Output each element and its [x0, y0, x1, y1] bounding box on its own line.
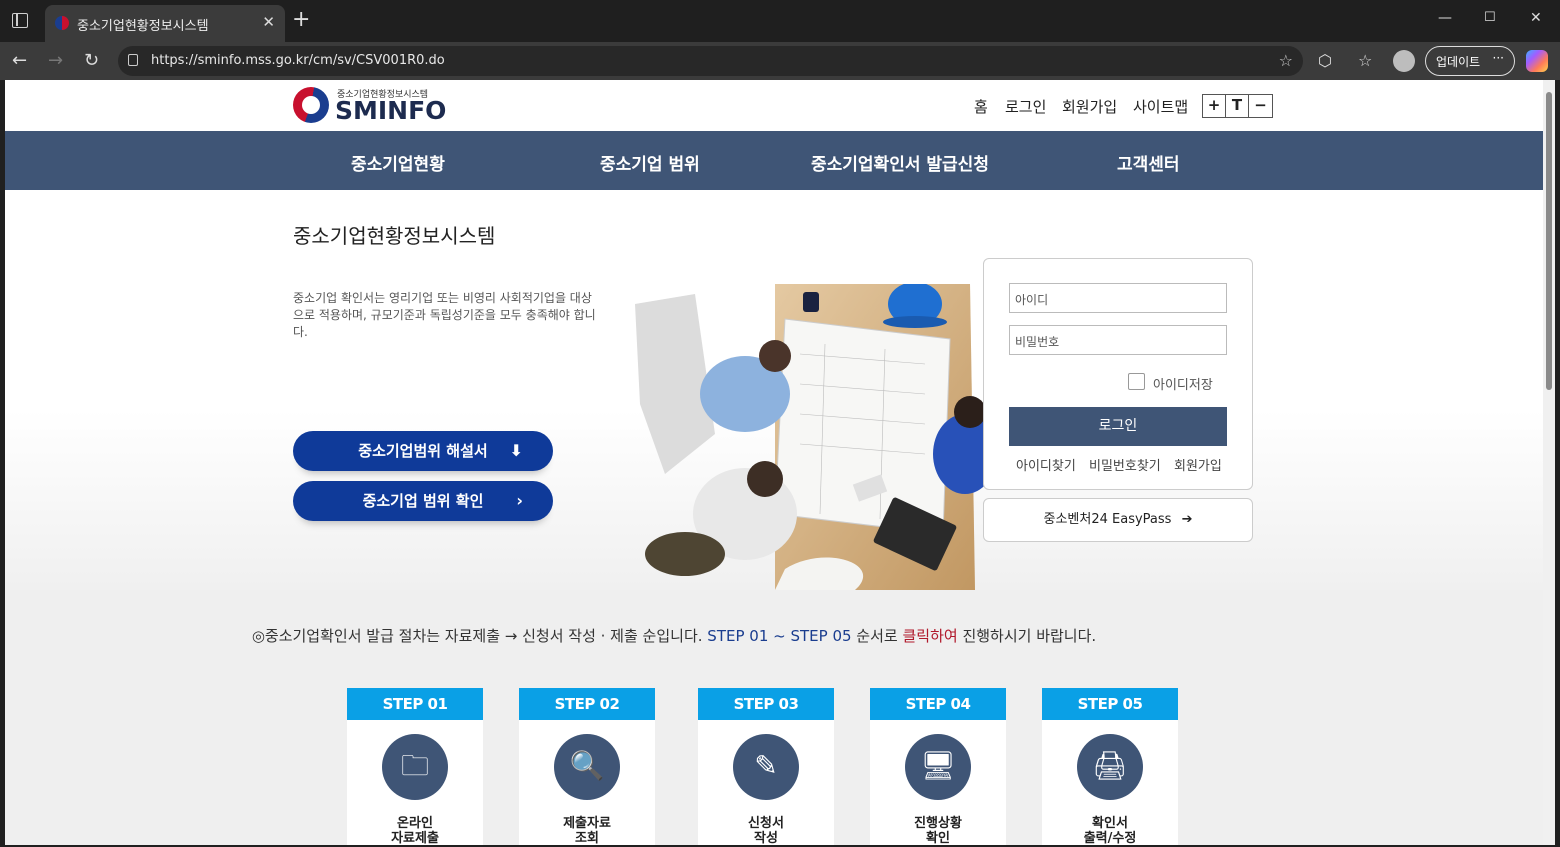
login-panel: 아이디 비밀번호 아이디저장 로그인 아이디찾기 비밀번호찾기 회원가입 — [983, 258, 1253, 490]
util-link-login[interactable]: 로그인 — [1005, 96, 1046, 117]
step-name: 제출자료 조회 — [563, 816, 611, 845]
minimize-icon[interactable]: — — [1438, 10, 1452, 26]
find-id-link[interactable]: 아이디찾기 — [1016, 455, 1076, 474]
folder-icon: 🗀 — [382, 734, 448, 800]
login-button[interactable]: 로그인 — [1009, 407, 1227, 446]
logo-title[interactable]: SMINFO — [335, 96, 446, 125]
url-text: https://sminfo.mss.go.kr/cm/sv/CSV001R0.… — [151, 53, 445, 68]
step-card-03[interactable]: STEP 03 ✎ 신청서 작성 — [698, 688, 834, 845]
save-id-checkbox[interactable] — [1128, 373, 1145, 390]
step-badge: STEP 02 — [519, 688, 655, 720]
sidebar-toggle-icon[interactable] — [12, 13, 28, 28]
page-viewport: 중소기업현황정보시스템 SMINFO 홈 로그인 회원가입 사이트맵 + T −… — [5, 80, 1555, 845]
step-badge: STEP 03 — [698, 688, 834, 720]
tab-title: 중소기업현황정보시스템 — [77, 19, 209, 34]
save-id-label: 아이디저장 — [1153, 378, 1213, 393]
notice-click: 클릭하여 — [902, 627, 958, 645]
government-emblem-icon[interactable] — [293, 87, 329, 123]
back-icon[interactable]: ← — [12, 50, 27, 71]
search-document-icon: 🔍 — [554, 734, 620, 800]
font-reset-button[interactable]: T — [1226, 95, 1249, 117]
download-icon: ⬇ — [509, 441, 523, 460]
scope-check-button[interactable]: 중소기업 범위 확인 › — [293, 481, 553, 521]
profile-avatar[interactable] — [1393, 50, 1415, 72]
window-close-icon[interactable]: ✕ — [1530, 10, 1542, 26]
notice-suffix: 진행하시기 바랍니다. — [957, 627, 1097, 645]
step-badge: STEP 04 — [870, 688, 1006, 720]
guide-download-button[interactable]: 중소기업범위 해설서 ⬇ — [293, 431, 553, 471]
notice-prefix: ◎중소기업확인서 발급 절차는 자료제출 → 신청서 작성 · 제출 순입니다. — [251, 627, 708, 645]
form-edit-icon: ✎ — [733, 734, 799, 800]
util-link-home[interactable]: 홈 — [974, 96, 988, 117]
hero-title: 중소기업현황정보시스템 — [293, 224, 496, 248]
arrow-right-icon: ➔ — [1181, 512, 1193, 527]
step-badge: STEP 01 — [347, 688, 483, 720]
scope-check-label: 중소기업 범위 확인 — [362, 492, 484, 510]
hero-section: 중소기업현황정보시스템 중소기업 확인서는 영리기업 또는 비영리 사회적기업을… — [5, 190, 1543, 590]
hero-description: 중소기업 확인서는 영리기업 또는 비영리 사회적기업을 대상으로 적용하며, … — [293, 291, 596, 339]
address-bar[interactable]: https://sminfo.mss.go.kr/cm/sv/CSV001R0.… — [118, 46, 1303, 76]
user-id-input[interactable]: 아이디 — [1009, 283, 1227, 313]
more-icon: ··· — [1492, 51, 1504, 65]
update-label: 업데이트 — [1436, 55, 1481, 69]
new-tab-icon[interactable]: + — [292, 9, 310, 31]
notice-mid: 순서로 — [851, 627, 903, 645]
step-card-04[interactable]: STEP 04 🖥 진행상황 확인 — [870, 688, 1006, 845]
forward-icon[interactable]: → — [48, 50, 63, 71]
steps-section: ◎중소기업확인서 발급 절차는 자료제출 → 신청서 작성 · 제출 순입니다.… — [5, 590, 1543, 845]
password-input[interactable]: 비밀번호 — [1009, 325, 1227, 355]
copilot-icon[interactable] — [1526, 50, 1548, 72]
guide-download-label: 중소기업범위 해설서 — [358, 442, 488, 460]
step-card-02[interactable]: STEP 02 🔍 제출자료 조회 — [519, 688, 655, 845]
maximize-icon[interactable]: ☐ — [1484, 10, 1496, 25]
font-size-controls: + T − — [1202, 94, 1273, 118]
step-name: 진행상황 확인 — [914, 816, 962, 845]
procedure-notice: ◎중소기업확인서 발급 절차는 자료제출 → 신청서 작성 · 제출 순입니다.… — [5, 625, 1343, 646]
monitor-person-icon: 🖥 — [905, 734, 971, 800]
step-badge: STEP 05 — [1042, 688, 1178, 720]
join-link[interactable]: 회원가입 — [1174, 455, 1222, 474]
util-link-join[interactable]: 회원가입 — [1062, 96, 1117, 117]
extensions-icon[interactable]: ⬡ — [1318, 51, 1332, 70]
nav-sme-scope[interactable]: 중소기업 범위 — [600, 150, 700, 175]
find-password-link[interactable]: 비밀번호찾기 — [1089, 455, 1161, 474]
page-scrollbar[interactable] — [1543, 80, 1555, 845]
site-favicon-icon — [55, 16, 69, 30]
chevron-right-icon: › — [516, 491, 523, 510]
step-card-05[interactable]: STEP 05 🖨 확인서 출력/수정 — [1042, 688, 1178, 845]
favorite-star-icon[interactable]: ☆ — [1279, 51, 1293, 70]
site-info-icon[interactable] — [128, 54, 138, 66]
browser-tab[interactable]: 중소기업현황정보시스템 ✕ — [45, 5, 285, 42]
easypass-button[interactable]: 중소벤처24 EasyPass ➔ — [983, 498, 1253, 542]
address-toolbar: ← → ↻ https://sminfo.mss.go.kr/cm/sv/CSV… — [0, 42, 1560, 80]
refresh-icon[interactable]: ↻ — [84, 50, 99, 71]
font-decrease-button[interactable]: − — [1249, 95, 1272, 117]
font-increase-button[interactable]: + — [1203, 95, 1226, 117]
step-name: 확인서 출력/수정 — [1083, 816, 1137, 845]
scrollbar-thumb[interactable] — [1546, 92, 1552, 390]
nav-sme-status[interactable]: 중소기업현황 — [351, 150, 445, 175]
step-name: 온라인 자료제출 — [391, 816, 439, 845]
tab-close-icon[interactable]: ✕ — [262, 13, 275, 31]
tab-bar: 중소기업현황정보시스템 ✕ + — ☐ ✕ — [0, 0, 1560, 42]
step-card-01[interactable]: STEP 01 🗀 온라인 자료제출 — [347, 688, 483, 845]
print-edit-icon: 🖨 — [1077, 734, 1143, 800]
favorites-icon[interactable]: ☆ — [1358, 51, 1372, 70]
easypass-label: 중소벤처24 EasyPass — [1043, 512, 1172, 527]
nav-certificate-apply[interactable]: 중소기업확인서 발급신청 — [811, 150, 989, 175]
notice-step-range: STEP 01 ~ STEP 05 — [707, 627, 852, 645]
browser-window: 중소기업현황정보시스템 ✕ + — ☐ ✕ ← → ↻ https://smin… — [0, 0, 1560, 847]
meeting-photo — [635, 284, 987, 590]
main-navigation: 중소기업현황 중소기업 범위 중소기업확인서 발급신청 고객센터 — [5, 131, 1543, 190]
util-link-sitemap[interactable]: 사이트맵 — [1133, 96, 1188, 117]
nav-customer-center[interactable]: 고객센터 — [1117, 150, 1180, 175]
update-button[interactable]: 업데이트 ··· — [1425, 46, 1515, 76]
step-name: 신청서 작성 — [748, 816, 784, 845]
